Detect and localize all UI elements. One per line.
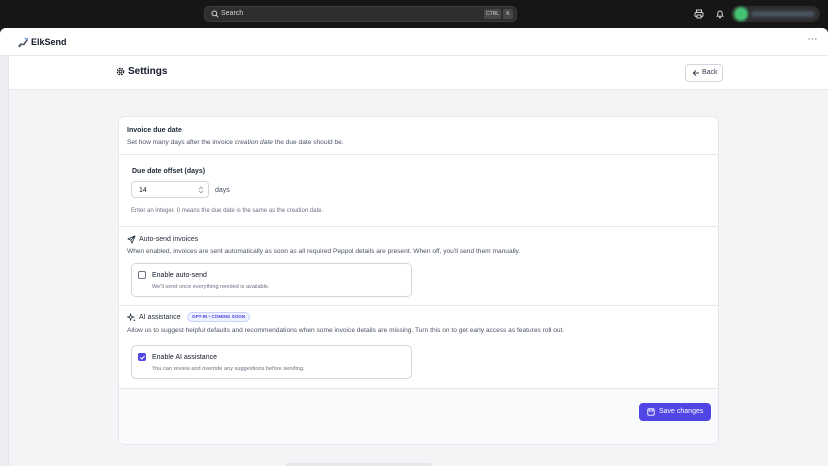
bell-icon[interactable] (715, 9, 725, 19)
save-icon (647, 408, 655, 416)
page-header: Settings Back (9, 56, 828, 90)
auto-send-option-label: Enable auto-send (152, 272, 207, 279)
ai-assistance-option-label: Enable AI assistance (152, 354, 217, 361)
auto-send-option-help: We'll send once everything needed is ava… (152, 284, 270, 290)
global-search[interactable]: Search CTRL K (204, 6, 517, 22)
number-stepper-icon[interactable] (198, 185, 204, 195)
desc-emphasis: creation date (234, 139, 273, 146)
auto-send-checkbox[interactable] (138, 271, 146, 279)
account-name-redacted (751, 11, 815, 17)
invoice-due-date-description: Set how many days after the invoice crea… (127, 138, 344, 147)
save-changes-label: Save changes (659, 408, 704, 415)
search-placeholder: Search (221, 10, 244, 17)
ai-assistance-section: AI assistance OPT-IN • COMING SOON Allow… (119, 306, 718, 389)
elk-logo-icon (18, 37, 29, 48)
desc-part-2: the due date should be. (272, 139, 344, 146)
sidebar-collapsed (0, 56, 9, 466)
more-options-icon[interactable]: ⋯ (806, 35, 820, 48)
settings-card: Invoice due date Set how many days after… (118, 116, 719, 445)
send-icon (127, 235, 136, 244)
due-date-offset-value: 14 (139, 187, 147, 194)
sparkles-icon (127, 313, 136, 322)
invoice-due-date-title: Invoice due date (127, 127, 182, 134)
ai-assistance-option-help: You can review and override any suggesti… (152, 366, 305, 372)
printer-icon[interactable] (694, 9, 704, 19)
gear-icon (116, 67, 125, 76)
save-changes-button[interactable]: Save changes (639, 403, 711, 421)
auto-send-section: Auto-send invoices When enabled, invoice… (119, 227, 718, 306)
back-button[interactable]: Back (685, 64, 723, 82)
days-unit-label: days (215, 187, 230, 194)
auto-send-option[interactable]: Enable auto-send We'll send once everyth… (131, 263, 412, 297)
ai-assistance-title: AI assistance (139, 314, 181, 321)
page-title: Settings (128, 66, 168, 77)
browser-top-bar: Search CTRL K (0, 0, 828, 28)
ai-assistance-checkbox[interactable] (138, 353, 146, 361)
shortcut-k-key: K (503, 9, 513, 19)
due-date-offset-label: Due date offset (days) (132, 168, 206, 175)
back-button-label: Back (702, 69, 718, 76)
ai-assistance-option[interactable]: Enable AI assistance You can review and … (131, 345, 412, 379)
card-footer: Save changes (119, 389, 718, 444)
checkmark-icon (139, 355, 146, 360)
desc-part-1: Set how many days after the invoice (127, 139, 235, 146)
invoice-due-date-section: Invoice due date Set how many days after… (119, 117, 718, 155)
shortcut-ctrl-key: CTRL (484, 9, 501, 19)
avatar (734, 7, 748, 21)
due-date-offset-section: Due date offset (days) 14 days Enter an … (119, 155, 718, 227)
app-window: ElkSend ⋯ Settings Back Invoice due date… (0, 28, 828, 466)
due-date-hint: Enter an integer. 0 means the due date i… (131, 208, 324, 214)
app-title: ElkSend (31, 37, 67, 47)
auto-send-title: Auto-send invoices (139, 236, 199, 243)
auto-send-description: When enabled, invoices are sent automati… (127, 248, 521, 255)
account-menu[interactable] (731, 6, 820, 22)
search-icon (211, 10, 219, 18)
app-bar: ElkSend ⋯ (0, 28, 828, 56)
due-date-offset-input[interactable]: 14 (131, 181, 209, 198)
arrow-left-icon (692, 69, 699, 77)
ai-assistance-description: Allow us to suggest helpful defaults and… (127, 327, 565, 334)
opt-in-badge: OPT-IN • COMING SOON (187, 312, 251, 322)
